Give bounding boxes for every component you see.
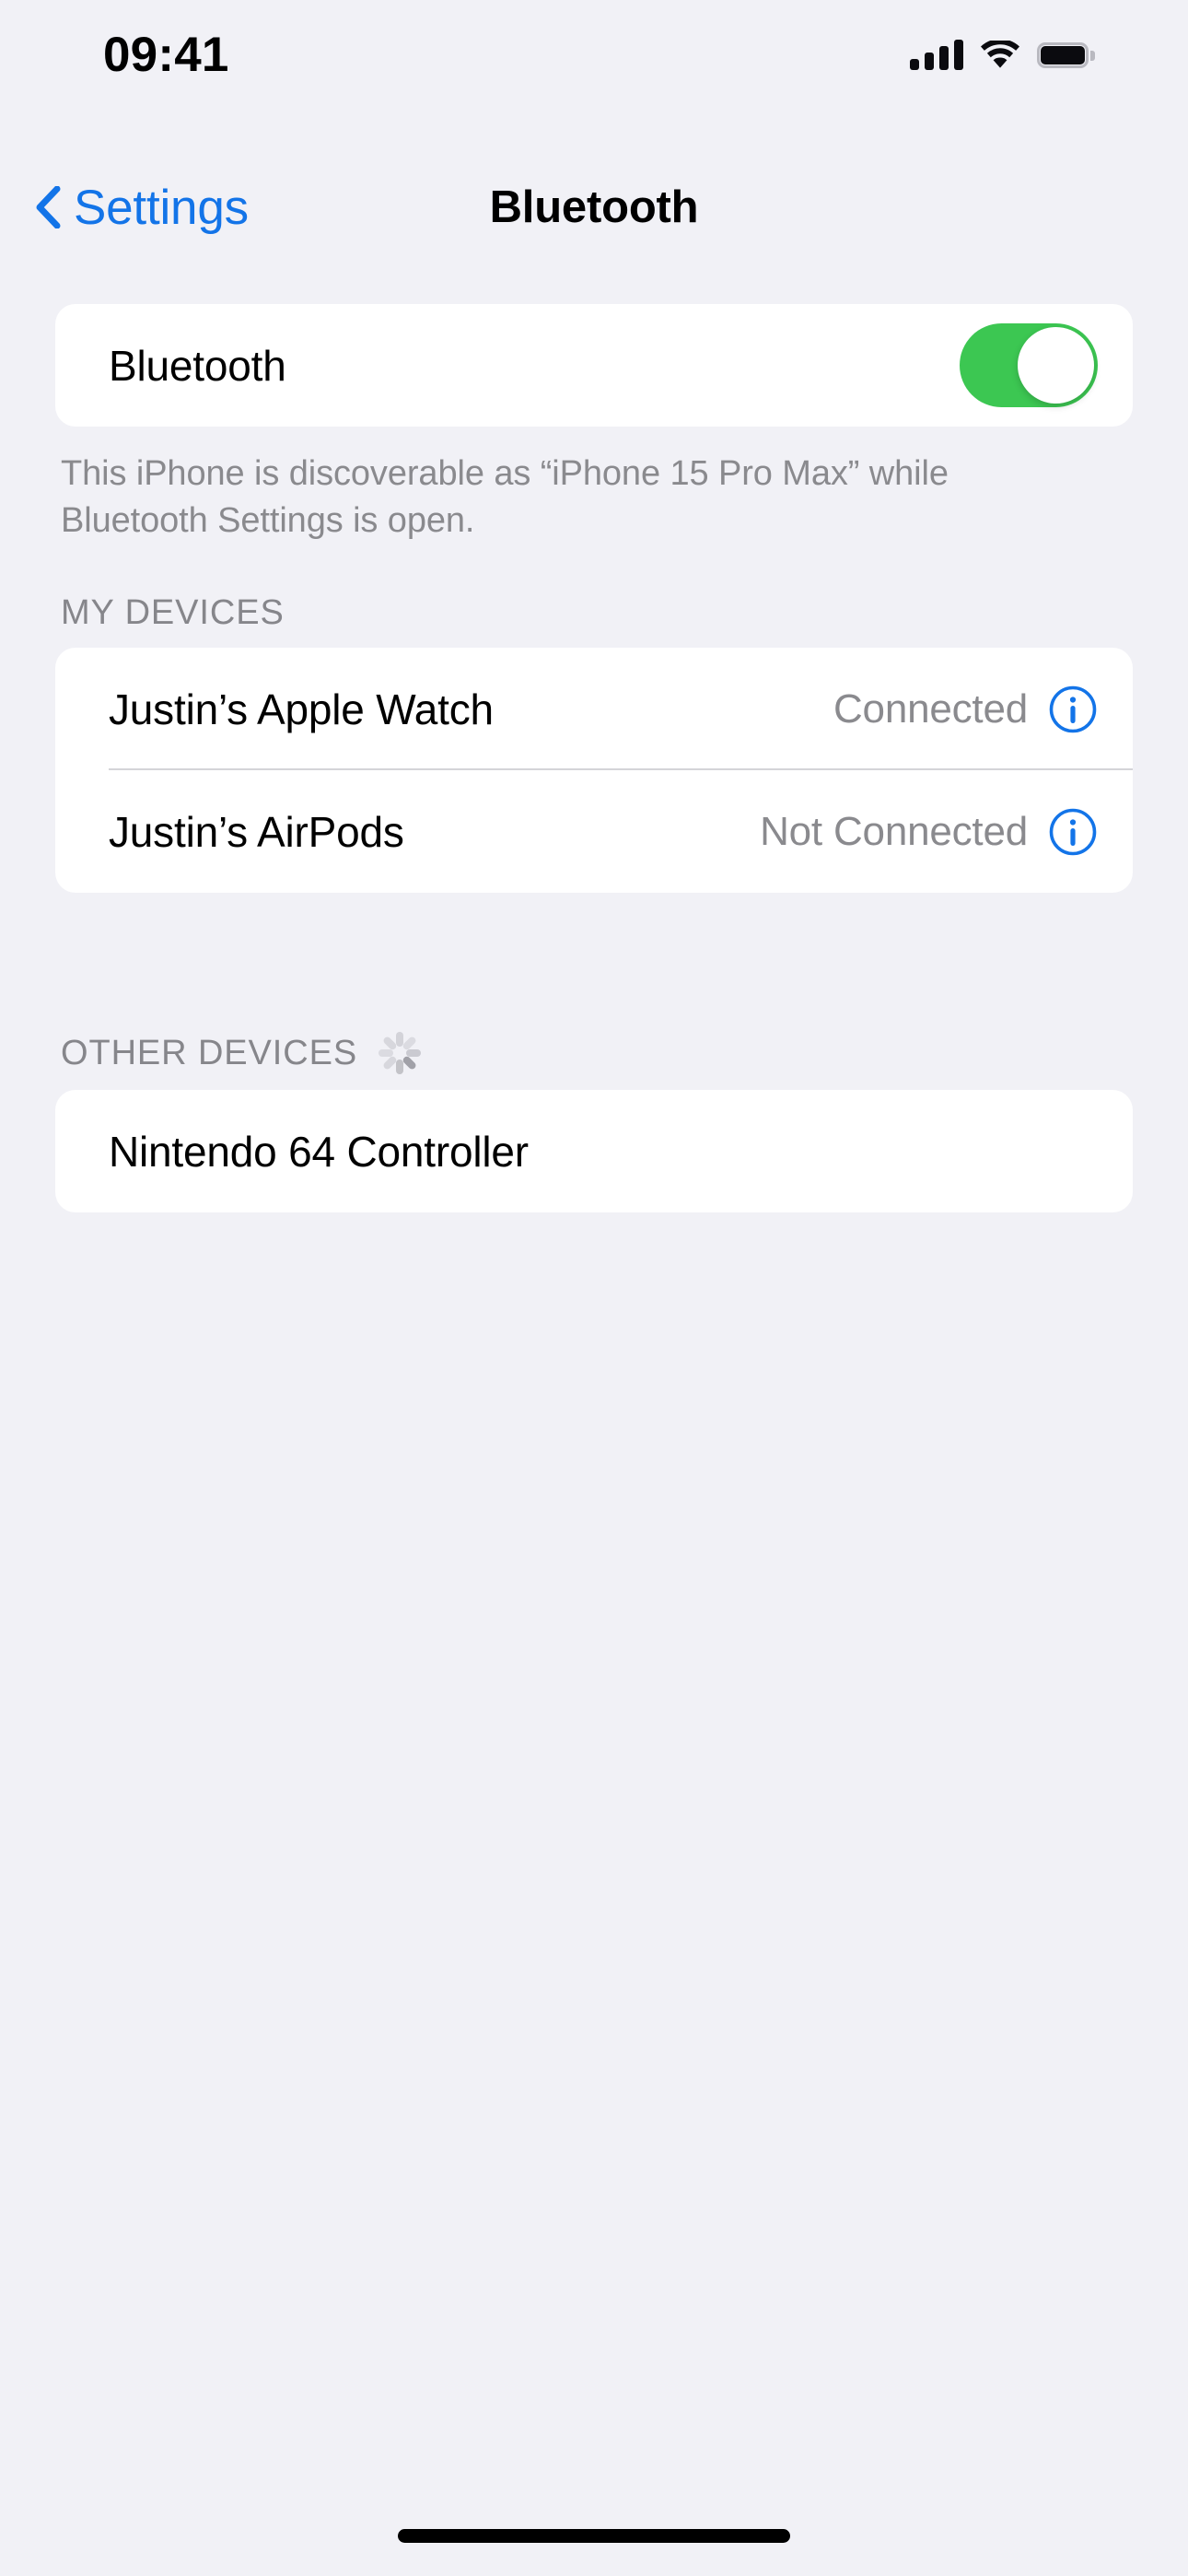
device-row-apple-watch[interactable]: Justin’s Apple Watch Connected: [55, 648, 1133, 771]
wifi-icon: [981, 40, 1019, 68]
device-name: Justin’s AirPods: [109, 807, 404, 856]
info-circle-icon[interactable]: [1048, 685, 1098, 734]
chevron-left-icon: [36, 186, 61, 228]
battery-icon: [1037, 41, 1095, 68]
device-name: Nintendo 64 Controller: [109, 1127, 529, 1176]
activity-spinner-icon: [378, 1031, 422, 1075]
my-devices-header-label: MY DEVICES: [61, 593, 285, 633]
device-row-nintendo-64-controller[interactable]: Nintendo 64 Controller: [55, 1090, 1133, 1212]
bluetooth-label: Bluetooth: [109, 341, 286, 390]
device-name: Justin’s Apple Watch: [109, 685, 494, 733]
my-devices-card: Justin’s Apple Watch Connected Justin’s …: [55, 648, 1133, 894]
device-row-airpods[interactable]: Justin’s AirPods Not Connected: [55, 770, 1133, 893]
bluetooth-toggle-card: Bluetooth: [55, 304, 1133, 427]
home-indicator[interactable]: [398, 2529, 790, 2543]
status-bar-time: 09:41: [103, 28, 229, 82]
device-row-accessory: Not Connected: [760, 807, 1098, 857]
status-bar: 09:41: [0, 0, 1188, 97]
other-devices-header-label: OTHER DEVICES: [61, 1033, 358, 1072]
back-button-label: Settings: [74, 180, 249, 235]
device-row-accessory: Connected: [833, 685, 1098, 734]
status-bar-indicators: [910, 40, 1095, 70]
bluetooth-toggle-container: [960, 323, 1098, 407]
cellular-signal-icon: [910, 40, 963, 70]
navigation-bar: Bluetooth Settings: [0, 157, 1188, 258]
device-status: Not Connected: [760, 808, 1028, 854]
toggle-knob: [1018, 327, 1094, 404]
discoverable-note: This iPhone is discoverable as “iPhone 1…: [61, 454, 949, 540]
device-status: Connected: [833, 685, 1028, 732]
bluetooth-toggle-row[interactable]: Bluetooth: [55, 304, 1133, 427]
other-devices-header: OTHER DEVICES: [61, 1031, 1133, 1075]
my-devices-header: MY DEVICES: [61, 593, 1133, 633]
settings-content: Bluetooth This iPhone is discoverable as…: [0, 304, 1188, 1213]
iphone-screen: 09:41 Bluetooth Settings Bluetooth This …: [0, 0, 1188, 2576]
back-button[interactable]: Settings: [35, 157, 249, 258]
other-devices-card: Nintendo 64 Controller: [55, 1090, 1133, 1213]
info-circle-icon[interactable]: [1048, 807, 1098, 857]
bluetooth-toggle-switch[interactable]: [960, 323, 1098, 407]
